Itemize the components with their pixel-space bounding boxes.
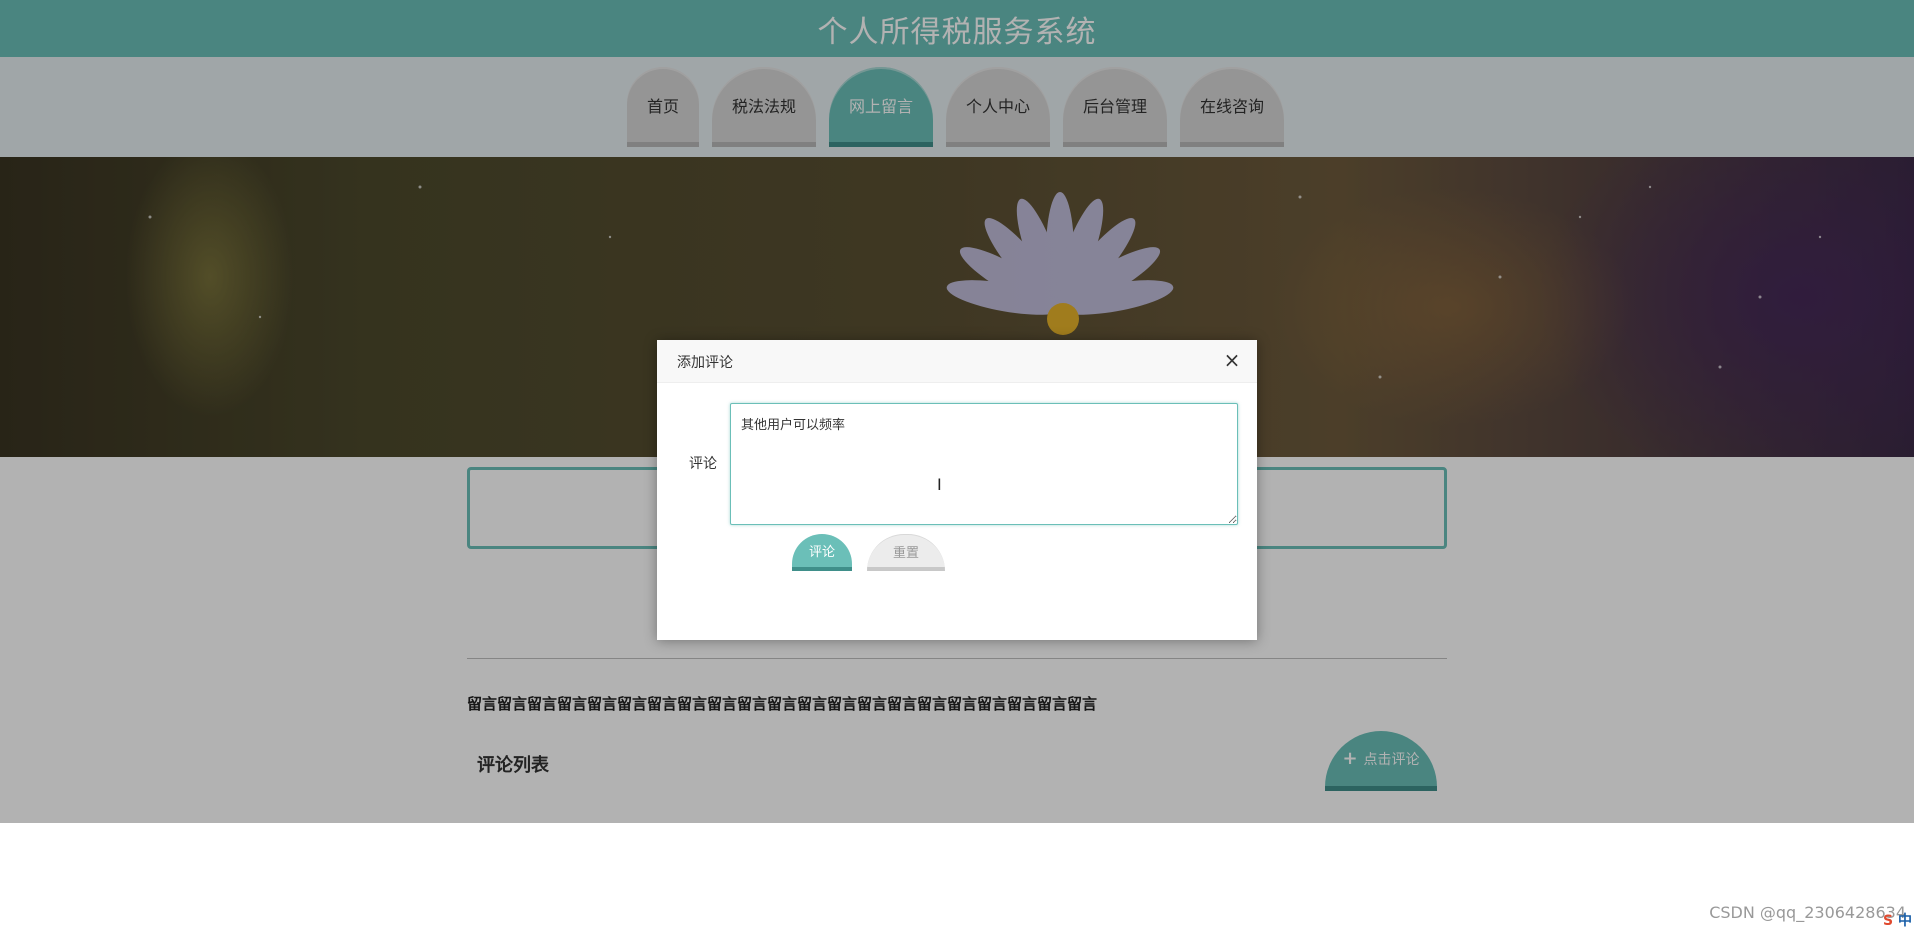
dialog-title: 添加评论: [677, 355, 733, 371]
watermark: CSDN @qq_2306428634: [1709, 903, 1906, 922]
comment-textarea[interactable]: [730, 403, 1238, 525]
comment-field-label: 评论: [689, 456, 717, 472]
ime-language-label: 中: [1898, 913, 1912, 929]
reset-button[interactable]: 重置: [867, 534, 945, 571]
text-cursor-icon: I: [937, 475, 942, 494]
close-icon[interactable]: ×: [1221, 349, 1243, 371]
dialog-header: 添加评论 ×: [657, 340, 1257, 383]
ime-logo-icon: S: [1883, 913, 1894, 929]
add-comment-dialog: 添加评论 × 评论 I 评论 重置: [657, 340, 1257, 640]
submit-comment-button[interactable]: 评论: [792, 534, 852, 571]
ime-tray[interactable]: S 中: [1883, 910, 1912, 930]
